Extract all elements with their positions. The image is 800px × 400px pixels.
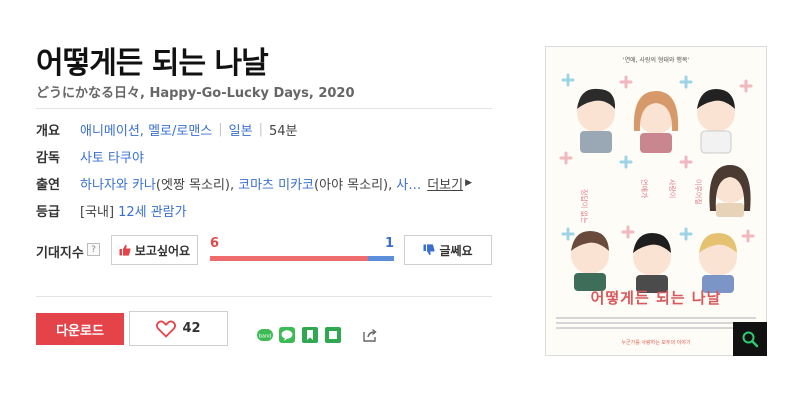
cast-truncated-link[interactable]: 사… — [396, 174, 421, 193]
expectation-label: 기대지수 — [36, 246, 84, 261]
want-count: 6 — [210, 236, 220, 251]
divider-mid — [36, 296, 492, 297]
heart-icon — [156, 320, 177, 338]
svg-text:연애가: 연애가 — [640, 179, 649, 199]
genre-link[interactable]: 애니메이션, 멜로/로맨스 — [80, 120, 212, 139]
svg-text:band: band — [259, 334, 272, 340]
svg-text:정답이 없는: 정답이 없는 — [580, 189, 589, 224]
share-blog-icon[interactable] — [325, 327, 341, 343]
cast-label: 출연 — [36, 177, 60, 193]
separator: | — [258, 121, 263, 137]
like-button[interactable]: 42 — [129, 311, 228, 346]
country-link[interactable]: 일본 — [229, 120, 253, 139]
rating-link[interactable]: 12세 관람가 — [118, 201, 187, 220]
info-row-overview: 개요 애니메이션, 멜로/로맨스 | 일본 | 54분 — [36, 118, 297, 140]
want-to-see-label: 보고싶어요 — [134, 243, 191, 258]
rating-label: 등급 — [36, 204, 60, 220]
director-link[interactable]: 사토 타쿠야 — [80, 147, 144, 166]
thumbs-up-icon — [119, 244, 131, 256]
meh-count: 1 — [385, 236, 395, 251]
svg-text:이루어질: 이루어질 — [694, 179, 703, 205]
cast-actor-link[interactable]: 하나자와 카나 — [80, 174, 156, 193]
info-row-rating: 등급 [국내] 12세 관람가 — [36, 199, 187, 221]
share-line-icon[interactable] — [279, 327, 295, 343]
help-icon[interactable]: ? — [87, 243, 100, 256]
share-band-icon[interactable]: band — [257, 327, 273, 343]
svg-text:사랑이: 사랑이 — [668, 179, 677, 198]
poster-zoom-button[interactable] — [733, 322, 767, 356]
want-to-see-button[interactable]: 보고싶어요 — [111, 235, 198, 265]
cast-role: (아야 목소리), — [314, 177, 393, 193]
expectation-bar — [210, 256, 394, 261]
cast-actor-link[interactable]: 코마츠 미카코 — [238, 174, 314, 193]
info-row-cast: 출연 하나자와 카나 (엣짱 목소리), 코마츠 미카코 (아야 목소리), 사… — [36, 172, 472, 194]
like-count: 42 — [182, 321, 201, 336]
chevron-right-icon: ▶ — [465, 178, 473, 188]
movie-poster[interactable]: '연애, 사랑의 형태와 행복' 정답이 없는 연애가 사랑이 이루어질 어떻게… — [545, 46, 767, 356]
separator: | — [218, 121, 223, 137]
poster-credits — [556, 327, 756, 329]
poster-credits — [556, 317, 756, 319]
download-button[interactable]: 다운로드 — [36, 313, 124, 345]
meh-button[interactable]: 글쎄요 — [404, 235, 492, 265]
poster-title: 어떻게든 되는 나날 — [590, 289, 722, 307]
movie-title: 어떻게든 되는 나날 — [36, 46, 269, 81]
expectation-bar-fill — [210, 256, 368, 261]
poster-credits — [556, 322, 756, 324]
info-row-director: 감독 사토 타쿠야 — [36, 145, 144, 167]
share-icon[interactable] — [362, 327, 378, 343]
movie-subtitle: どうにかなる日々, Happy-Go-Lucky Days, 2020 — [36, 86, 355, 101]
poster-illustration: 정답이 없는 연애가 사랑이 이루어질 — [559, 73, 755, 293]
thumbs-down-icon — [423, 244, 435, 256]
overview-label: 개요 — [36, 123, 60, 139]
meh-label: 글쎄요 — [439, 243, 473, 258]
divider-top — [36, 108, 492, 109]
magnify-icon — [742, 331, 759, 348]
share-bookmark-icon[interactable] — [302, 327, 318, 343]
more-cast-link[interactable]: 더보기 — [427, 174, 463, 193]
director-label: 감독 — [36, 150, 60, 166]
rating-prefix: [국내] — [80, 204, 115, 220]
cast-role: (엣짱 목소리), — [155, 177, 235, 193]
runtime-value: 54분 — [268, 123, 298, 139]
